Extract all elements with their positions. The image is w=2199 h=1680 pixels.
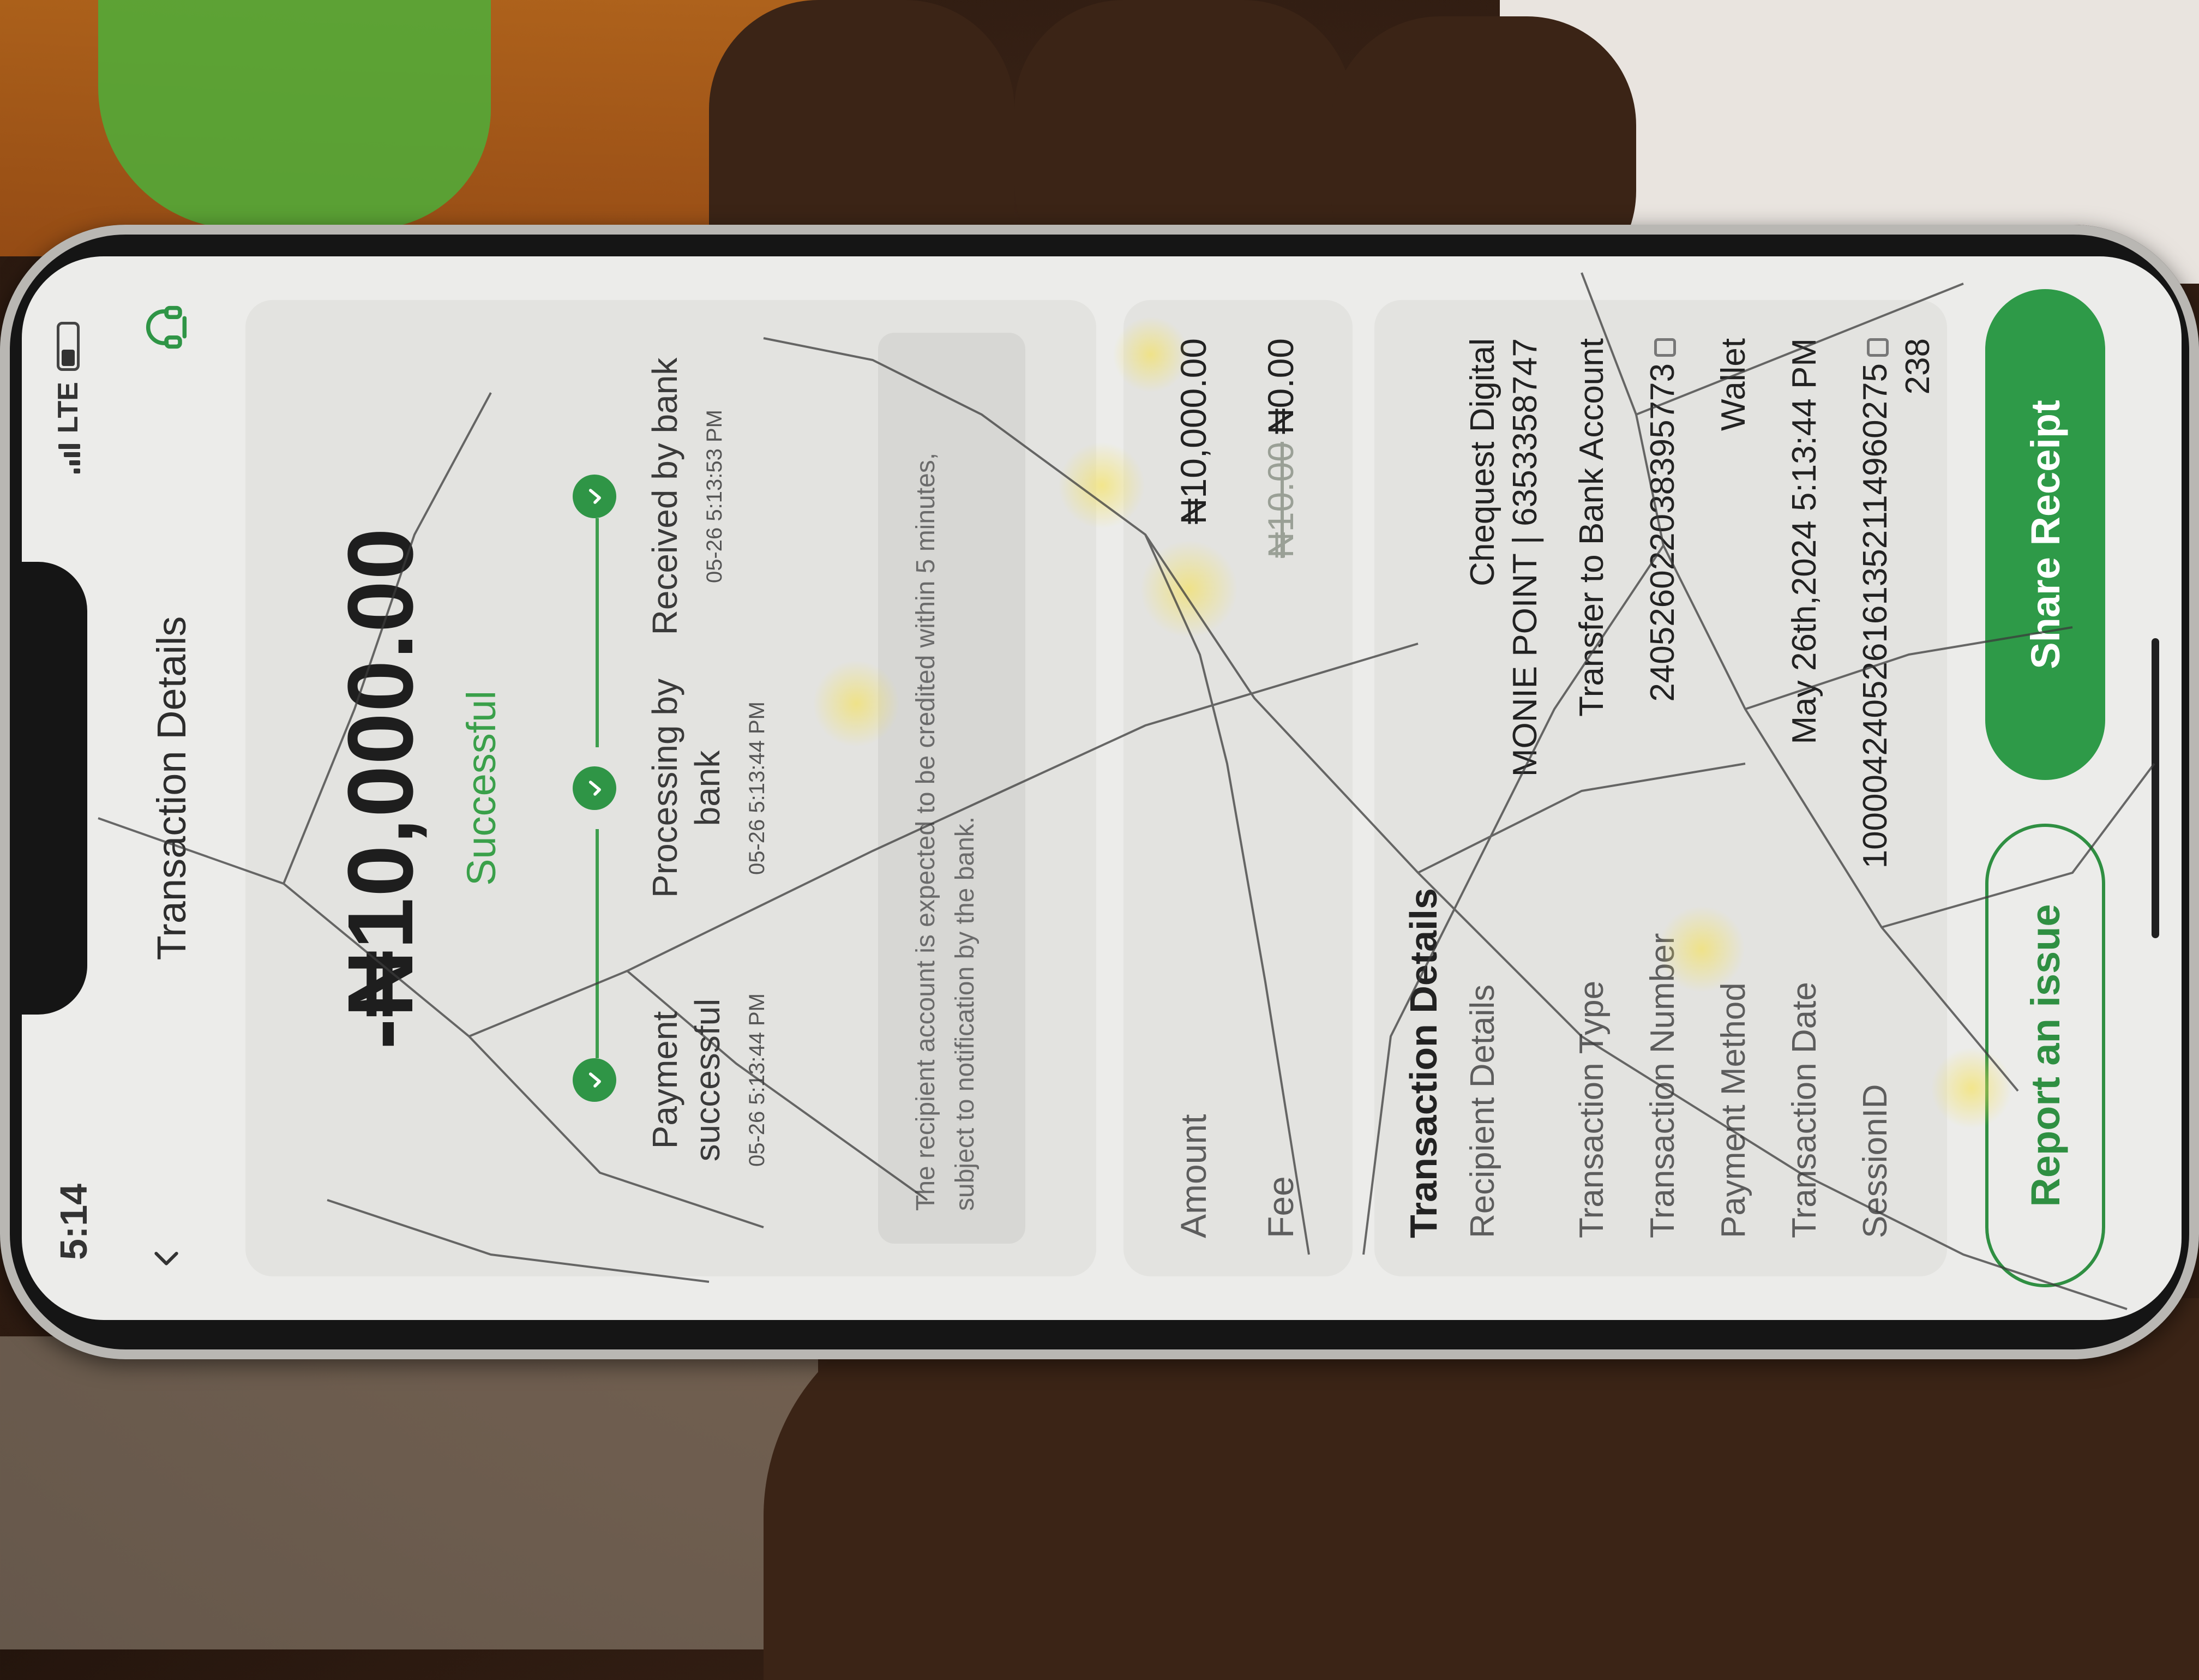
session-row: SessionID 100004240526161352114960275 23… [1854, 338, 1939, 1238]
background-floor [0, 1336, 818, 1649]
session-label: SessionID [1856, 1084, 1894, 1238]
number-label: Transaction Number [1644, 933, 1681, 1238]
background-green-object [98, 0, 491, 229]
type-row: Transaction Type Transfer to Bank Accoun… [1571, 338, 1613, 1238]
check-icon [573, 766, 616, 810]
home-indicator [2152, 638, 2159, 938]
support-button[interactable] [139, 300, 194, 355]
amount-value: ₦10,000.00 [1173, 338, 1213, 525]
action-bar: Report an issue Share Receipt [1985, 289, 2116, 1287]
status-indicators: LTE [52, 322, 85, 474]
step-processing-by-bank: Processing by bank 05-26 5:13:44 PM [573, 646, 770, 930]
date-label: Transaction Date [1786, 982, 1823, 1238]
transaction-amount: -₦10,000.00 [329, 527, 432, 1049]
battery-icon [57, 322, 80, 371]
fee-values: ₦10.00 ₦0.00 [1260, 338, 1301, 558]
method-value: Wallet [1715, 338, 1752, 431]
signal-icon [56, 444, 80, 474]
headset-icon [146, 305, 187, 349]
amount-fee-card: Amount ₦10,000.00 Fee ₦10.00 ₦0.00 [1123, 300, 1353, 1276]
fee-row: Fee ₦10.00 ₦0.00 [1260, 338, 1301, 1238]
app-screen: 5:14 LTE Transaction Details -₦10,000.00… [22, 256, 2182, 1320]
transaction-status: Successful [459, 691, 504, 886]
date-row: Transaction Date May 26th,2024 5:13:44 P… [1783, 338, 1826, 1238]
copy-icon[interactable] [1866, 338, 1889, 357]
fee-value: ₦0.00 [1260, 338, 1301, 435]
fee-label: Fee [1260, 1176, 1301, 1238]
phone-screen: 5:14 LTE Transaction Details -₦10,000.00… [22, 256, 2182, 1320]
session-value-cont: 238 [1899, 338, 1937, 395]
check-icon [573, 1058, 616, 1102]
details-card: Transaction Details Recipient Details Ch… [1374, 300, 1947, 1276]
number-row: Transaction Number 240526022038395773 [1642, 338, 1684, 1238]
amount-row: Amount ₦10,000.00 [1173, 338, 1214, 1238]
header: Transaction Details [125, 256, 213, 1320]
summary-card: -₦10,000.00 Successful Payment successfu… [245, 300, 1096, 1276]
network-label: LTE [52, 382, 84, 434]
step-time: 05-26 5:13:44 PM [745, 701, 769, 875]
recipient-label: Recipient Details [1464, 984, 1501, 1238]
page-title: Transaction Details [149, 616, 194, 961]
step-time: 05-26 5:13:44 PM [745, 993, 769, 1167]
amount-label: Amount [1173, 1114, 1213, 1238]
method-row: Payment Method Wallet [1713, 338, 1755, 1238]
step-payment-successful: Payment successful 05-26 5:13:44 PM [573, 938, 770, 1222]
details-title: Transaction Details [1402, 888, 1445, 1238]
step-title: Received by bank [645, 357, 684, 635]
recipient-row: Recipient Details Chequest Digital MONIE… [1462, 338, 1547, 1238]
number-value: 240526022038395773 [1644, 363, 1681, 702]
recipient-account: MONIE POINT | 6353358747 [1506, 338, 1544, 777]
credit-notice: The recipient account is expected to be … [878, 333, 1025, 1244]
session-value: 100004240526161352114960275 [1856, 363, 1894, 869]
report-issue-button[interactable]: Report an issue [1985, 824, 2105, 1287]
type-value: Transfer to Bank Account [1573, 338, 1611, 717]
date-value: May 26th,2024 5:13:44 PM [1786, 338, 1823, 745]
status-time: 5:14 [52, 1183, 95, 1260]
check-icon [573, 475, 616, 518]
recipient-name: Chequest Digital [1464, 338, 1501, 586]
fee-original: ₦10.00 [1260, 442, 1301, 558]
number-value-wrap: 240526022038395773 [1642, 338, 1684, 702]
copy-icon[interactable] [1654, 338, 1676, 357]
camera-notch [22, 562, 87, 1015]
method-label: Payment Method [1715, 982, 1752, 1238]
recipient-value: Chequest Digital MONIE POINT | 635335874… [1462, 338, 1547, 777]
step-time: 05-26 5:13:53 PM [702, 410, 726, 583]
step-received-by-bank: Received by bank 05-26 5:13:53 PM [573, 355, 727, 638]
type-label: Transaction Type [1573, 980, 1611, 1238]
step-title: Processing by bank [645, 679, 727, 898]
share-receipt-button[interactable]: Share Receipt [1985, 289, 2105, 780]
step-title: Payment successful [645, 998, 727, 1162]
session-value-wrap: 100004240526161352114960275 238 [1854, 338, 1939, 868]
